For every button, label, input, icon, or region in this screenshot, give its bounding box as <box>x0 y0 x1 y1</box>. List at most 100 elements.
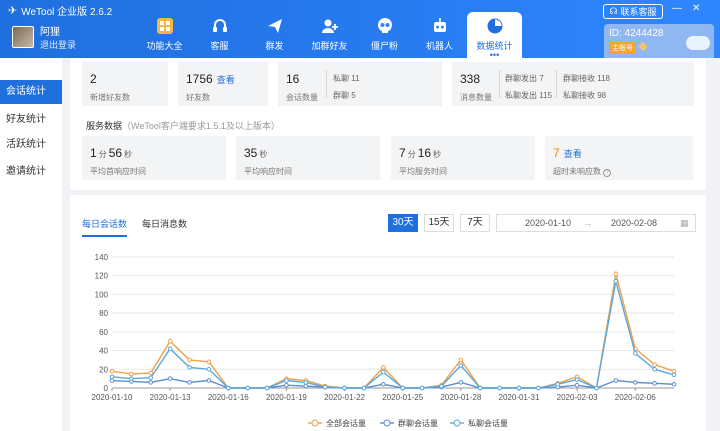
group-received: 群聊接收 118 <box>563 74 610 83</box>
stat-new-friends: 2 新增好友数 <box>82 62 168 106</box>
info-icon[interactable]: ? <box>603 169 611 177</box>
data-point <box>167 376 173 381</box>
service-note: （WeTool客户端要求1.5.1及以上版本） <box>122 121 280 131</box>
sessions-private: 私聊 11 <box>333 74 360 83</box>
contact-service-button[interactable]: ☊ 联系客服 <box>603 4 663 19</box>
nav-item-features[interactable]: 功能大全 <box>137 12 192 58</box>
y-tick-label: 120 <box>95 272 109 281</box>
data-point <box>187 357 192 363</box>
data-point <box>419 385 425 391</box>
x-tick-label: 2020-01-25 <box>382 393 423 402</box>
data-point <box>148 370 154 376</box>
sidebar-item-session-stats[interactable]: 会话统计 <box>0 80 62 104</box>
data-point <box>303 383 309 389</box>
data-point <box>284 382 289 388</box>
logout-link[interactable]: 退出登录 <box>40 38 76 51</box>
stat-avg-service: 7 分 16 秒 平均服务时间 <box>391 136 535 180</box>
nav-label: 僵尸粉 <box>370 41 398 51</box>
first-response-label: 平均首响应时间 <box>90 167 146 176</box>
data-point <box>632 380 638 385</box>
nav-label: 客服 <box>210 41 229 51</box>
y-tick-label: 60 <box>99 328 108 337</box>
window-controls: — ✕ <box>672 3 700 14</box>
data-point <box>671 381 677 387</box>
data-point <box>381 365 386 370</box>
x-tick-label: 2020-01-16 <box>208 393 249 402</box>
sidebar-item-friend-stats[interactable]: 好友统计 <box>0 108 62 132</box>
friends-view-link[interactable]: 查看 <box>217 75 235 85</box>
data-point <box>477 385 483 391</box>
unit: 秒 <box>259 150 268 159</box>
stat-messages: 338 消息数量 群聊发出 7 私聊发出 115 群聊接收 118 私聊接收 9… <box>452 62 694 106</box>
data-point <box>381 381 386 387</box>
data-point <box>671 368 677 374</box>
y-tick-label: 80 <box>99 309 108 318</box>
data-point <box>206 366 212 372</box>
unit: 秒 <box>124 150 133 159</box>
data-point <box>167 346 173 351</box>
data-point <box>458 380 464 385</box>
nav-label: 加群好友 <box>311 41 348 51</box>
chart-card: 每日会话数 每日消息数 30天 15天 7天 2020-01-10 → 2020… <box>70 195 706 431</box>
new-friends-value: 2 <box>90 72 97 86</box>
data-point <box>458 363 464 368</box>
avg-service-min: 7 <box>399 146 406 160</box>
nav-item-statistics[interactable]: 数据统计 ••• <box>467 12 522 60</box>
minimize-icon[interactable]: — <box>672 3 682 14</box>
first-response-sec: 56 <box>108 146 123 160</box>
divider <box>499 70 500 98</box>
x-tick-label: 2020-02-06 <box>615 393 656 402</box>
legend-label: 群聊会话量 <box>398 418 438 428</box>
divider <box>326 70 327 98</box>
diamond-icon <box>638 41 648 52</box>
data-point <box>574 377 580 382</box>
data-point <box>148 375 154 381</box>
data-point <box>555 381 561 387</box>
x-tick-label: 2020-01-22 <box>324 393 365 402</box>
sessions-label: 会话数量 <box>286 93 318 102</box>
data-point <box>129 376 134 381</box>
x-tick-label: 2020-01-28 <box>440 393 481 402</box>
data-point <box>652 381 657 386</box>
timeout-label: 超时未响应数 <box>553 167 601 176</box>
messages-label: 消息数量 <box>460 93 492 102</box>
nav-item-broadcast[interactable]: 群发 <box>247 12 302 58</box>
timeout-view-link[interactable]: 查看 <box>564 149 582 159</box>
y-tick-label: 40 <box>99 347 108 356</box>
private-sent: 私聊发出 115 <box>505 91 552 100</box>
service-title-text: 服务数据 <box>86 121 123 131</box>
account-badge: 主账号 <box>609 42 636 54</box>
data-point <box>671 372 677 378</box>
paper-plane-icon <box>266 17 284 35</box>
data-point <box>148 380 154 385</box>
data-point <box>458 357 464 363</box>
stat-sessions: 16 会话数量 私聊 11 群聊 5 <box>278 62 442 106</box>
data-point <box>381 369 386 375</box>
data-point <box>342 385 347 391</box>
unit: 分 <box>98 150 107 159</box>
close-icon[interactable]: ✕ <box>692 3 700 14</box>
nav-item-robot[interactable]: 机器人 <box>412 12 467 58</box>
wetool-logo-icon: ✈ <box>8 5 18 17</box>
legend-marker <box>311 419 319 427</box>
nav-item-add-friends[interactable]: 加群好友 <box>302 12 357 58</box>
nav-item-zombie-fans[interactable]: 僵尸粉 <box>357 12 412 58</box>
avg-service-label: 平均服务时间 <box>399 167 447 176</box>
data-point <box>187 365 192 370</box>
data-point <box>129 371 134 377</box>
avatar[interactable] <box>12 26 34 48</box>
data-point <box>109 368 115 374</box>
contact-service-label: 联系客服 <box>620 7 657 17</box>
sidebar-item-active-stats[interactable]: 活跃统计 <box>0 133 62 157</box>
main-nav: 功能大全 客服 群发 加群好友 僵尸粉 机器人 数据统计 ••• <box>137 12 522 60</box>
data-point <box>167 338 173 344</box>
app-header: ✈ WeTool 企业版 2.6.2 阿狸 退出登录 功能大全 客服 群发 加群… <box>0 0 720 60</box>
overview-card: 2 新增好友数 1756 查看 好友数 16 会话数量 私聊 11 群聊 5 33… <box>70 58 706 190</box>
private-received: 私聊接收 98 <box>563 91 607 100</box>
nav-item-service[interactable]: 客服 <box>192 12 247 58</box>
nav-label: 机器人 <box>425 41 453 51</box>
timeout-value: 7 <box>553 146 560 160</box>
sidebar-item-invite-stats[interactable]: 邀请统计 <box>0 160 62 184</box>
app-title: WeTool 企业版 2.6.2 <box>21 7 113 18</box>
legend-label: 私聊会话量 <box>468 418 508 428</box>
